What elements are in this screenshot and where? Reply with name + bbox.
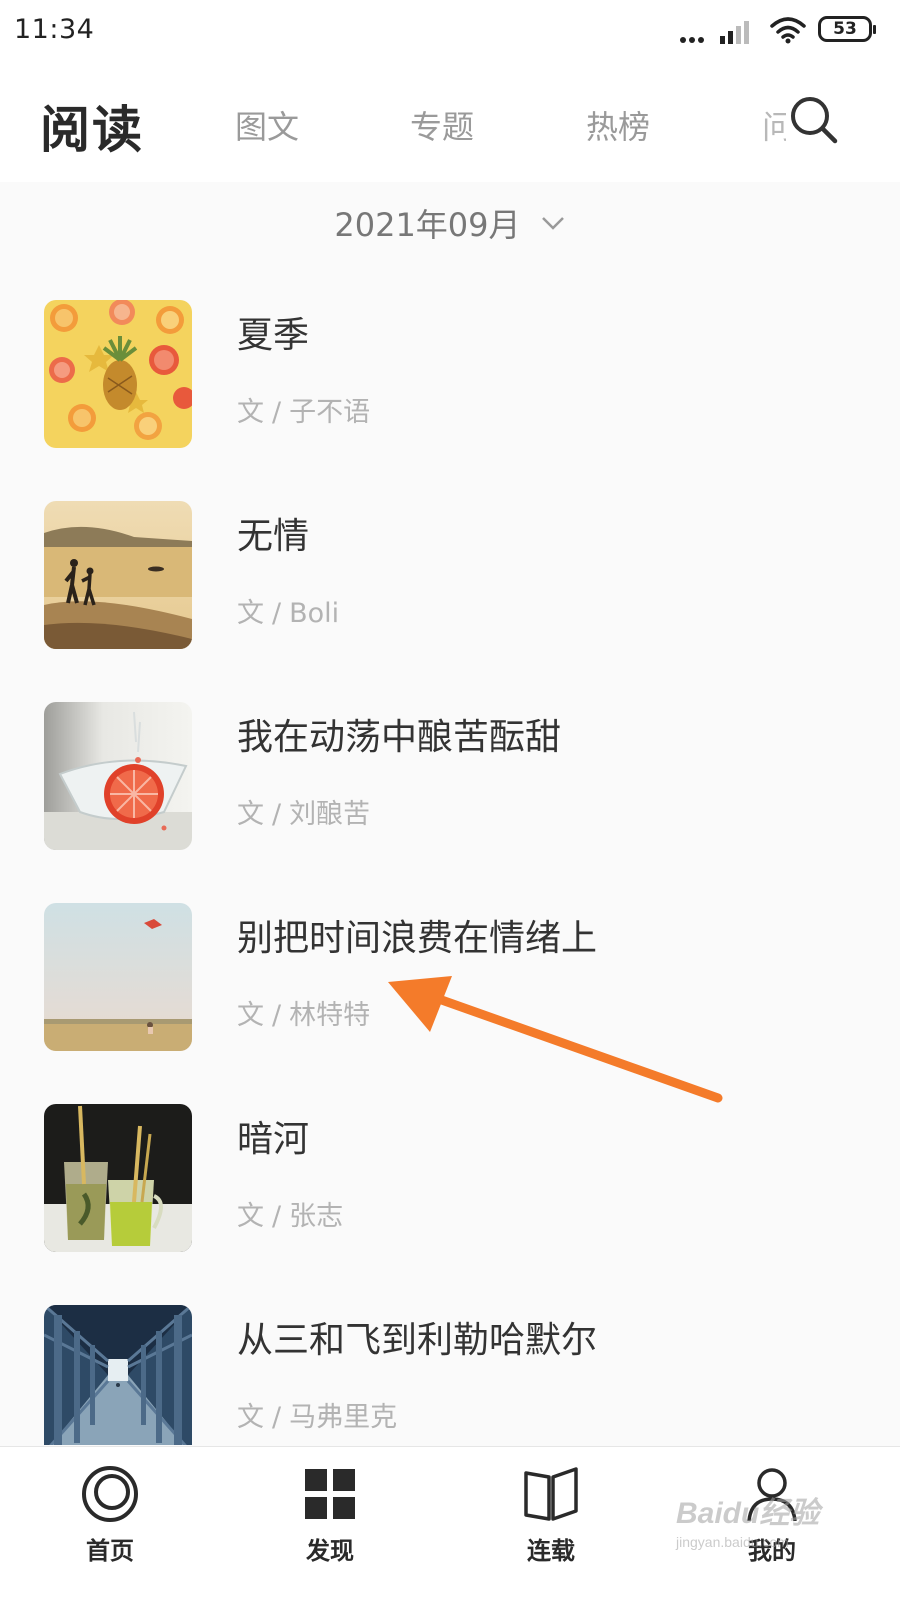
author-name: 子不语	[289, 397, 371, 428]
status-icons: 53	[652, 16, 876, 47]
article-author: 文 / 林特特	[237, 993, 370, 1032]
author-prefix: 文	[237, 1402, 264, 1433]
author-separator: /	[272, 1402, 282, 1433]
more-dots-icon	[680, 28, 707, 47]
corridor-image	[44, 1305, 192, 1445]
article-title[interactable]: 从三和飞到利勒哈默尔	[237, 1311, 597, 1363]
status-time: 11:34	[14, 14, 95, 45]
article-title[interactable]: 无情	[237, 507, 309, 559]
author-prefix: 文	[237, 1000, 264, 1031]
tab-graphic[interactable]: 图文	[235, 102, 299, 148]
watermark-main: Baidu经验	[676, 1497, 820, 1530]
article-item[interactable]: 暗河 文 / 张志	[0, 1104, 900, 1284]
article-author: 文 / 刘酿苦	[237, 792, 370, 831]
article-title[interactable]: 暗河	[237, 1110, 309, 1162]
grapefruit-glass-image	[44, 702, 192, 850]
tab-question[interactable]: 问	[762, 102, 786, 148]
tea-glasses-image	[44, 1104, 192, 1252]
open-book-icon[interactable]	[522, 1465, 580, 1523]
nav-serial[interactable]: 连载	[491, 1465, 611, 1566]
cellular-signal-icon	[720, 21, 749, 44]
tab-topic[interactable]: 专题	[410, 102, 474, 148]
baidu-watermark: Baidu经验 jingyan.baidu.com	[676, 1488, 876, 1558]
author-prefix: 文	[237, 598, 264, 629]
article-item[interactable]: 无情 文 / Boli	[0, 501, 900, 681]
article-title[interactable]: 夏季	[237, 306, 309, 358]
author-name: 张志	[289, 1201, 344, 1232]
field-kite-image	[44, 903, 192, 1051]
article-thumbnail[interactable]	[44, 903, 192, 1051]
month-label[interactable]: 2021年09月	[334, 200, 520, 246]
article-thumbnail[interactable]	[44, 1104, 192, 1252]
article-thumbnail[interactable]	[44, 1305, 192, 1445]
citrus-fruit-image	[44, 300, 192, 448]
author-name: 林特特	[289, 1000, 371, 1031]
nav-serial-label[interactable]: 连载	[491, 1531, 611, 1566]
author-name: Boli	[289, 598, 340, 629]
author-prefix: 文	[237, 1201, 264, 1232]
home-circle-icon[interactable]	[81, 1465, 139, 1523]
tab-hot-list[interactable]: 热榜	[586, 102, 650, 148]
author-separator: /	[272, 1201, 282, 1232]
author-name: 马弗里克	[289, 1402, 398, 1433]
nav-home[interactable]: 首页	[50, 1465, 170, 1566]
article-thumbnail[interactable]	[44, 501, 192, 649]
battery-indicator: 53	[818, 16, 876, 42]
article-thumbnail[interactable]	[44, 702, 192, 850]
page-title: 阅读	[40, 101, 144, 159]
author-name: 刘酿苦	[289, 799, 371, 830]
article-author: 文 / 子不语	[237, 390, 370, 429]
annotation-arrow-icon	[388, 976, 723, 1103]
author-separator: /	[272, 397, 282, 428]
article-title[interactable]: 别把时间浪费在情绪上	[237, 909, 597, 961]
grid-icon[interactable]	[301, 1465, 359, 1523]
author-separator: /	[272, 598, 282, 629]
beach-couple-image	[44, 501, 192, 649]
article-thumbnail[interactable]	[44, 300, 192, 448]
nav-home-label[interactable]: 首页	[50, 1531, 170, 1566]
nav-discover[interactable]: 发现	[270, 1465, 390, 1566]
article-author: 文 / 张志	[237, 1194, 343, 1233]
author-separator: /	[272, 799, 282, 830]
top-header: 阅读 图文 专题 热榜 问	[0, 62, 900, 182]
search-icon[interactable]	[788, 94, 840, 146]
article-author: 文 / 马弗里克	[237, 1395, 397, 1434]
article-item[interactable]: 我在动荡中酿苦酝甜 文 / 刘酿苦	[0, 702, 900, 882]
author-prefix: 文	[237, 397, 264, 428]
article-author: 文 / Boli	[237, 591, 339, 630]
watermark-sub: jingyan.baidu.com	[676, 1534, 789, 1550]
status-bar: 11:34 53	[0, 0, 900, 62]
author-prefix: 文	[237, 799, 264, 830]
article-title[interactable]: 我在动荡中酿苦酝甜	[237, 708, 561, 760]
chevron-down-icon[interactable]	[540, 215, 566, 231]
nav-discover-label[interactable]: 发现	[270, 1531, 390, 1566]
month-selector[interactable]: 2021年09月	[0, 200, 900, 260]
author-separator: /	[272, 1000, 282, 1031]
wifi-icon	[770, 17, 806, 44]
article-item[interactable]: 夏季 文 / 子不语	[0, 300, 900, 480]
